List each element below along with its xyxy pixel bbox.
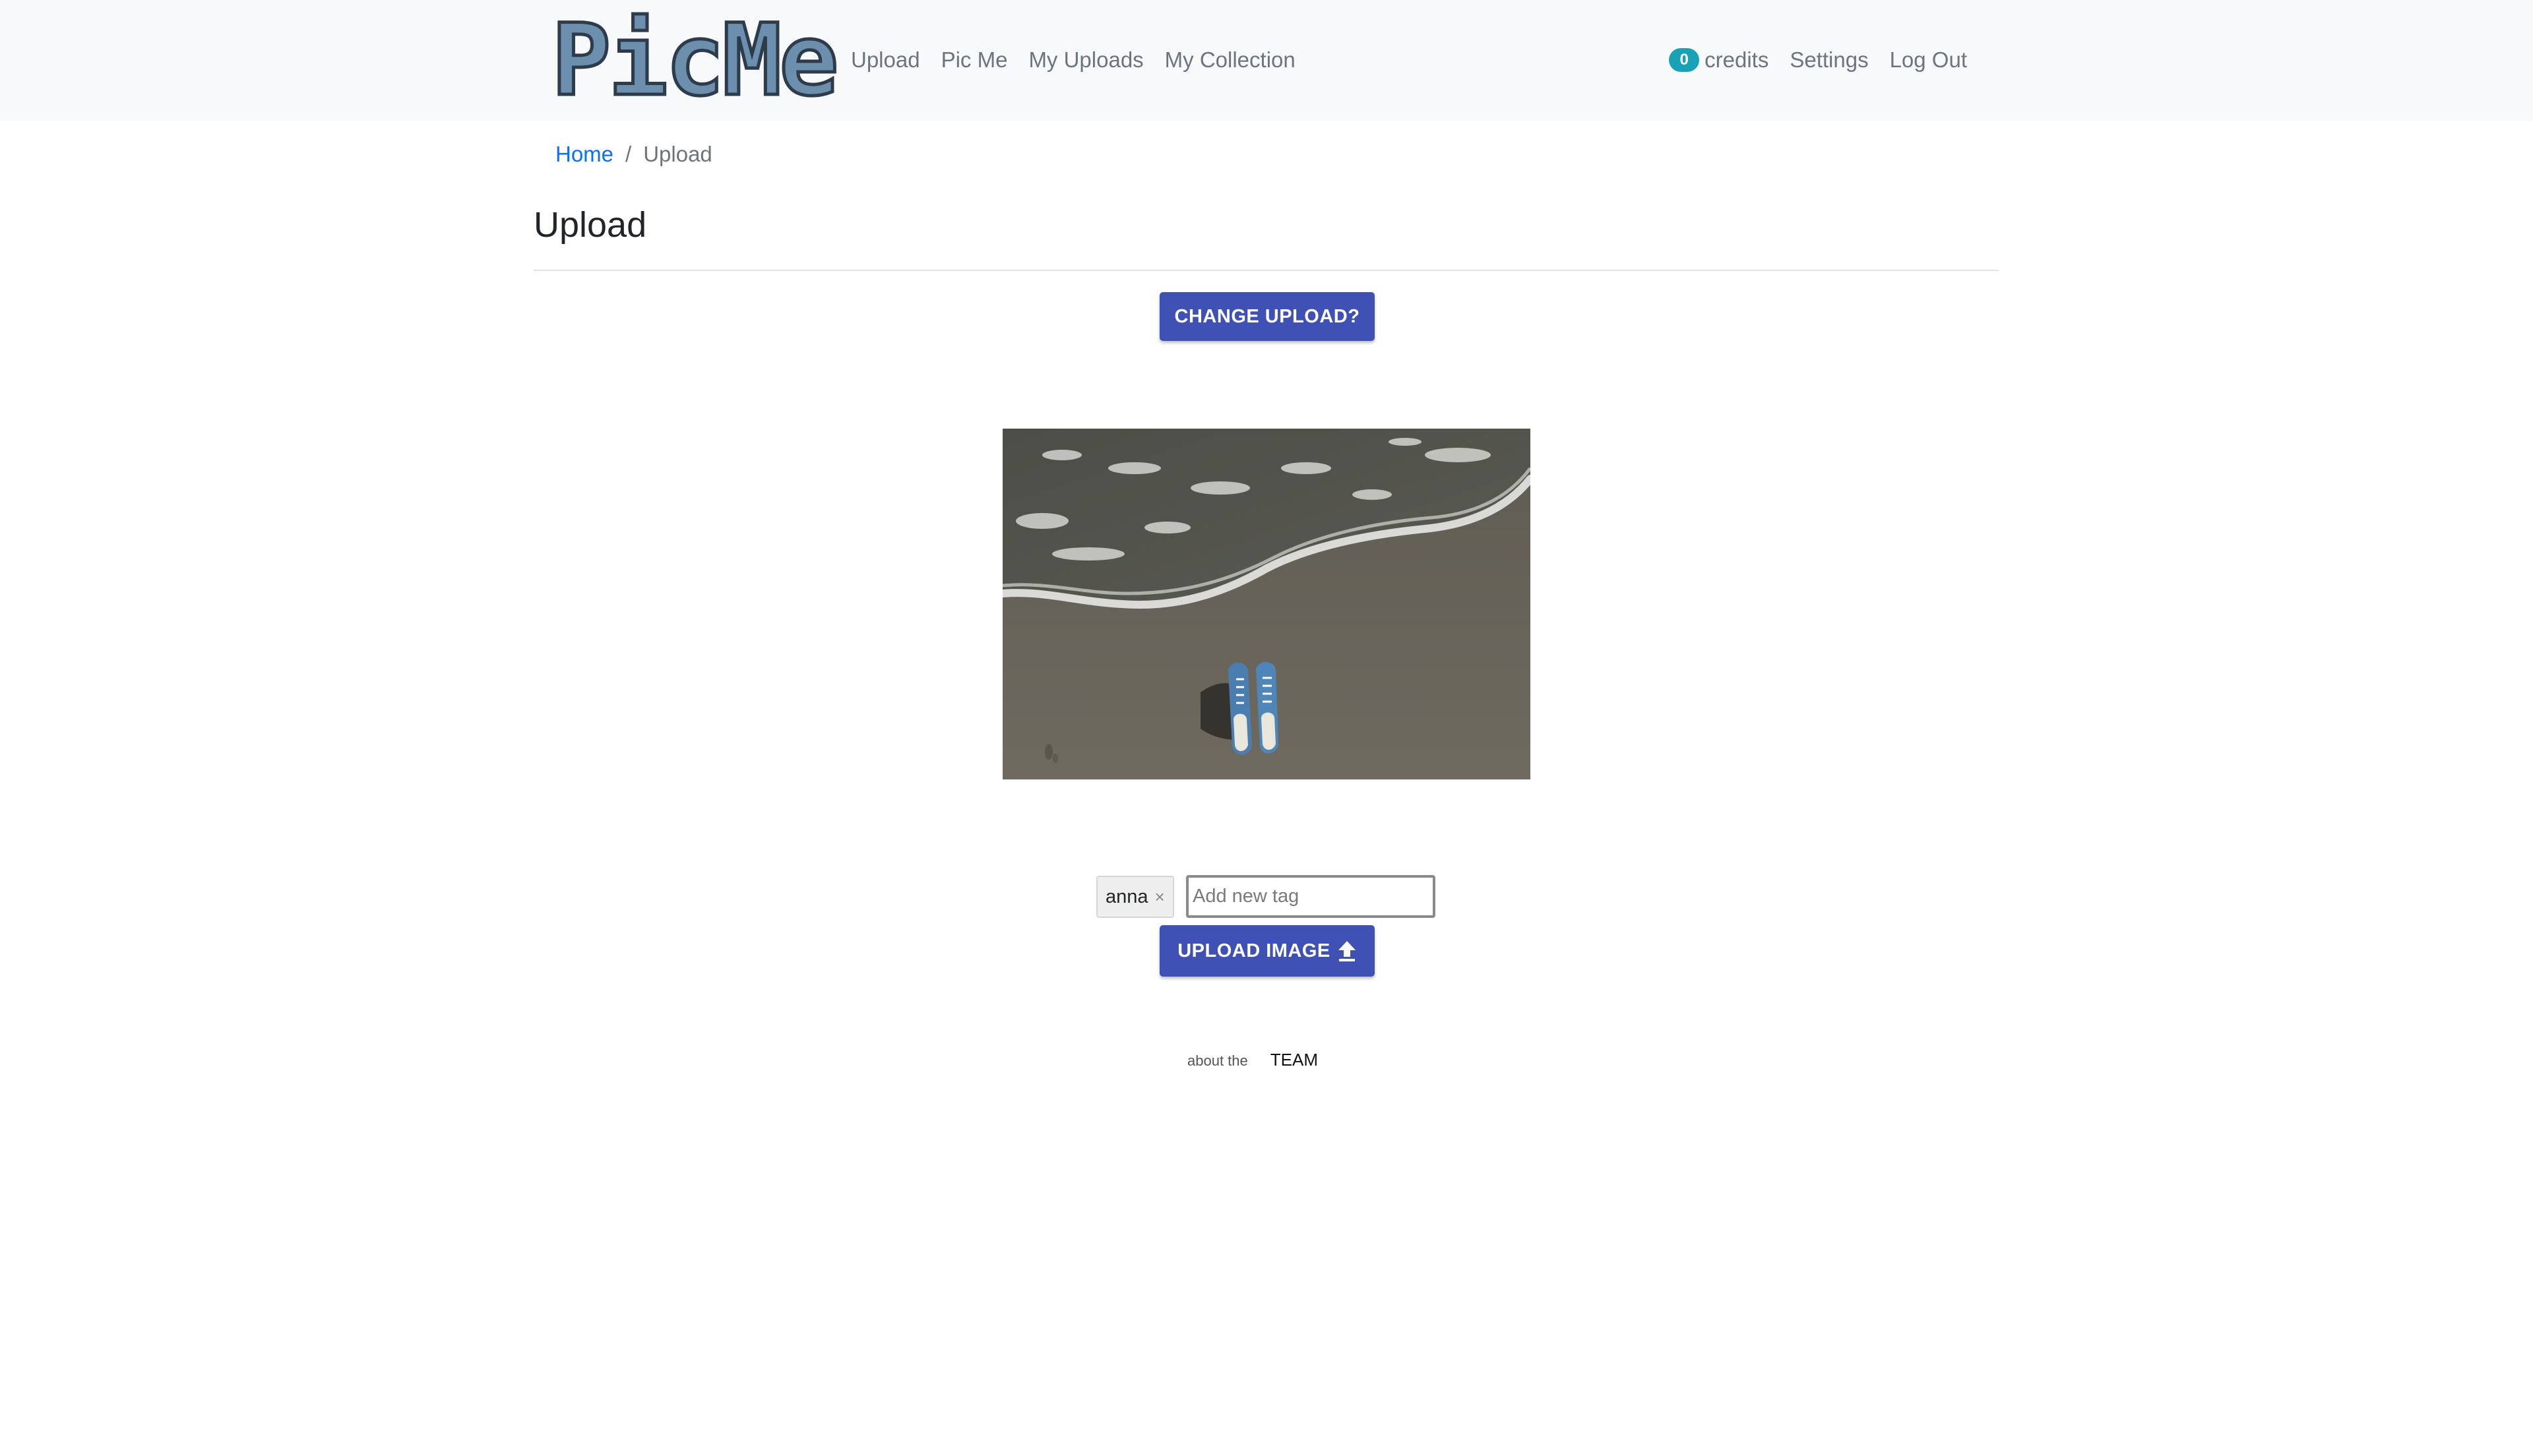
navbar: PicMe Upload Pic Me My Uploads My Collec… <box>0 0 2533 121</box>
nav-link-my-uploads[interactable]: My Uploads <box>1028 47 1143 73</box>
breadcrumb-home-link[interactable]: Home <box>555 142 613 167</box>
upload-arrow-icon <box>1337 940 1357 962</box>
breadcrumb-current: Upload <box>643 142 712 166</box>
change-upload-label: CHANGE UPLOAD? <box>1174 305 1360 327</box>
uploaded-image-preview <box>1003 429 1530 779</box>
add-tag-input[interactable] <box>1186 875 1435 918</box>
picme-logo[interactable]: PicMe <box>550 10 841 112</box>
upload-image-label: UPLOAD IMAGE <box>1177 940 1330 961</box>
nav-link-log-out[interactable]: Log Out <box>1890 47 1967 73</box>
footer-team-link[interactable]: TEAM <box>1270 1050 1318 1070</box>
upload-image-button[interactable]: UPLOAD IMAGE <box>1160 925 1375 977</box>
beach-photo <box>1003 429 1530 779</box>
breadcrumb: Home / Upload <box>555 138 712 170</box>
tag-label: anna <box>1106 886 1148 907</box>
footer: about the TEAM <box>1187 1050 1318 1074</box>
nav-link-pic-me[interactable]: Pic Me <box>941 47 1008 73</box>
nav-link-settings[interactable]: Settings <box>1790 47 1868 73</box>
nav-link-my-collection[interactable]: My Collection <box>1165 47 1296 73</box>
credits-count-badge: 0 <box>1669 48 1700 72</box>
nav-link-upload[interactable]: Upload <box>851 47 920 73</box>
breadcrumb-separator: / <box>625 142 632 166</box>
nav-primary-links: Upload Pic Me My Uploads My Collection <box>851 40 1296 80</box>
tag-chip: anna × <box>1096 876 1174 918</box>
tag-remove-icon[interactable]: × <box>1155 887 1165 907</box>
title-divider <box>534 270 1999 271</box>
nav-account-links: 0 credits Settings Log Out <box>1669 40 1967 80</box>
change-upload-button[interactable]: CHANGE UPLOAD? <box>1160 292 1375 341</box>
credits-label: credits <box>1704 47 1769 72</box>
footer-about-text: about the <box>1187 1052 1248 1069</box>
page-title: Upload <box>534 205 647 245</box>
credits-indicator[interactable]: 0 credits <box>1669 47 1768 73</box>
